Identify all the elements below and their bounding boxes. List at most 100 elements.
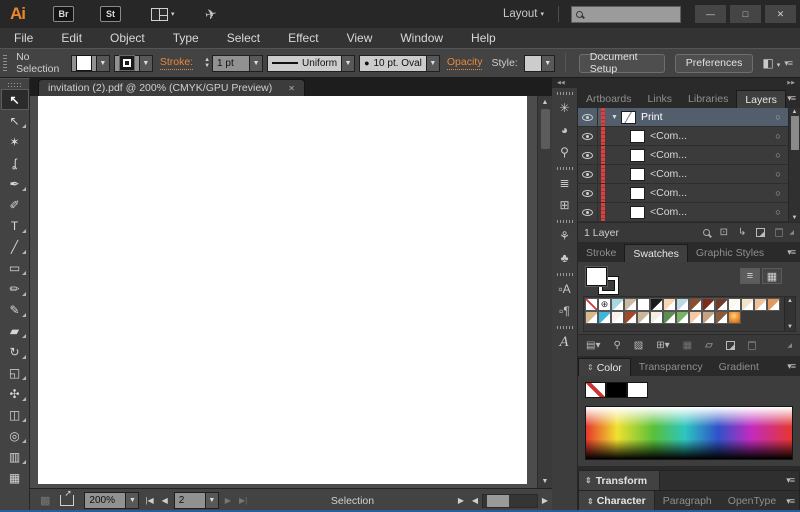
tab-swatches[interactable]: Swatches <box>624 244 688 262</box>
layer-row[interactable]: <Com...○ <box>578 127 800 146</box>
scroll-up-icon[interactable]: ▲ <box>542 96 549 109</box>
eye-icon[interactable] <box>582 152 593 159</box>
swatch-libraries-icon[interactable]: ▤▾ <box>586 340 600 351</box>
panel-menu-icon[interactable]: ▾≡ <box>787 247 800 262</box>
panel-grip-handle[interactable] <box>557 220 573 223</box>
opacity-panel-link[interactable]: Opacity <box>447 56 483 70</box>
chevron-down-icon[interactable]: ▼ <box>125 493 138 508</box>
search-input[interactable] <box>586 9 672 20</box>
visibility-cell[interactable] <box>578 127 598 145</box>
menu-help[interactable]: Help <box>457 31 510 45</box>
color-swatch[interactable] <box>663 298 676 311</box>
gradient-icon[interactable]: ◕ <box>552 119 577 141</box>
collapse-layer-icon[interactable]: ▼ <box>611 114 618 121</box>
chevron-down-icon[interactable]: ▼ <box>249 56 262 71</box>
color-swatch[interactable] <box>624 298 637 311</box>
glyphs-icon[interactable]: A <box>552 331 577 353</box>
collapse-panels-icon[interactable]: ◀◀ <box>557 80 565 86</box>
vertical-scrollbar[interactable]: ▲ ▼ <box>537 96 552 488</box>
panel-grip-handle[interactable] <box>557 326 573 329</box>
visibility-cell[interactable] <box>578 184 598 202</box>
visibility-cell[interactable] <box>578 146 598 164</box>
new-layer-icon[interactable] <box>756 228 765 237</box>
panel-grip-handle[interactable] <box>557 273 573 276</box>
eye-icon[interactable] <box>582 209 593 216</box>
align-icon[interactable]: ≣ <box>552 172 577 194</box>
target-circle-icon[interactable]: ○ <box>768 169 788 179</box>
layer-thumbnail[interactable] <box>630 187 645 200</box>
fill-color-control[interactable]: ▼ <box>71 55 110 72</box>
zoom-level-combo[interactable]: 200% ▼ <box>84 492 139 509</box>
layer-row[interactable]: ▼Print○ <box>578 108 800 127</box>
brush-definition-combo[interactable]: ● 10 pt. Oval ▼ <box>359 55 440 72</box>
document-tab[interactable]: invitation (2).pdf @ 200% (CMYK/GPU Prev… <box>38 79 305 96</box>
panel-menu-icon[interactable]: ▾≡ <box>787 361 800 376</box>
layer-row[interactable]: <Com...○ <box>578 184 800 203</box>
color-swatch[interactable] <box>728 311 741 324</box>
panel-menu-icon[interactable]: ▾≡ <box>787 93 800 108</box>
layer-row[interactable]: <Com...○ <box>578 146 800 165</box>
new-color-group-icon[interactable]: ▱ <box>705 340 713 351</box>
tab-artboards[interactable]: Artboards <box>578 90 640 108</box>
show-swatch-kinds-icon[interactable]: ▨ <box>634 340 643 351</box>
align-glyph-options-icon[interactable]: ◧▾ <box>762 56 780 70</box>
expand-panel-icon[interactable]: ⇕ <box>585 476 592 485</box>
color-swatch[interactable] <box>741 298 754 311</box>
layer-row[interactable]: <Com...○ <box>578 203 800 222</box>
delete-selection-icon[interactable] <box>775 228 783 237</box>
target-circle-icon[interactable]: ○ <box>768 112 788 122</box>
tab-stroke[interactable]: Stroke <box>578 244 624 262</box>
color-swatch[interactable] <box>611 311 624 324</box>
scroll-right-icon[interactable]: ▶ <box>538 496 552 505</box>
color-swatch[interactable] <box>728 298 741 311</box>
target-circle-icon[interactable]: ○ <box>768 131 788 141</box>
menu-view[interactable]: View <box>333 31 387 45</box>
target-circle-icon[interactable]: ○ <box>768 150 788 160</box>
stock-button[interactable]: St <box>100 6 121 22</box>
target-circle-icon[interactable]: ○ <box>768 207 788 217</box>
layers-scrollbar[interactable]: ▲▼ <box>788 108 800 222</box>
type-tool[interactable]: T <box>1 215 29 236</box>
direct-selection-tool[interactable]: ↖ <box>1 110 29 131</box>
new-sublayer-icon[interactable]: ↳ <box>738 227 746 238</box>
character-styles-icon[interactable]: ▫A <box>552 278 577 300</box>
swatch-options-menu-icon[interactable]: ⊞▾ <box>656 340 669 351</box>
search-box[interactable] <box>571 6 681 23</box>
resize-grip-icon[interactable]: ◢ <box>789 229 794 236</box>
layer-thumbnail[interactable] <box>630 130 645 143</box>
canvas-area[interactable]: ▲ ▼ <box>30 96 552 488</box>
visibility-cell[interactable] <box>578 108 598 126</box>
make-clip-mask-icon[interactable]: ⊡ <box>720 227 728 238</box>
layers-scroll-thumb[interactable] <box>791 116 799 150</box>
curvature-tool[interactable]: ✐ <box>1 194 29 215</box>
swatch-scrollbar[interactable]: ▲ ▼ <box>784 297 795 331</box>
stroke-panel-link[interactable]: Stroke: <box>160 56 193 70</box>
color-swatch[interactable] <box>624 311 637 324</box>
color-swatch[interactable] <box>637 311 650 324</box>
lasso-tool[interactable]: ʆ <box>1 152 29 173</box>
menu-type[interactable]: Type <box>159 31 213 45</box>
color-chip[interactable] <box>585 382 606 398</box>
color-swatch[interactable] <box>689 311 702 324</box>
recolor-artwork-icon[interactable]: ⚲ <box>552 141 577 163</box>
color-swatch[interactable] <box>611 298 624 311</box>
brushes-icon[interactable]: ⚘ <box>552 225 577 247</box>
scroll-down-icon[interactable]: ▼ <box>792 214 798 222</box>
color-swatch[interactable] <box>676 311 689 324</box>
artboard[interactable] <box>38 96 527 484</box>
close-tab-icon[interactable]: ✕ <box>288 84 295 93</box>
symbols-icon[interactable]: ♣ <box>552 247 577 269</box>
export-icon[interactable] <box>60 495 74 506</box>
menu-select[interactable]: Select <box>213 31 274 45</box>
toolbar-grip-handle[interactable] <box>8 83 22 87</box>
delete-swatch-icon[interactable] <box>748 341 756 350</box>
arrange-documents-button[interactable]: ▾ <box>151 8 175 21</box>
preferences-button[interactable]: Preferences <box>675 54 754 73</box>
eye-icon[interactable] <box>582 171 593 178</box>
scroll-down-icon[interactable]: ▼ <box>542 475 549 488</box>
chevron-down-icon[interactable]: ▼ <box>139 56 152 71</box>
layer-thumbnail[interactable] <box>630 206 645 219</box>
color-swatch[interactable] <box>702 311 715 324</box>
color-swatch[interactable] <box>715 311 728 324</box>
selection-tool[interactable]: ↖ <box>1 89 29 110</box>
